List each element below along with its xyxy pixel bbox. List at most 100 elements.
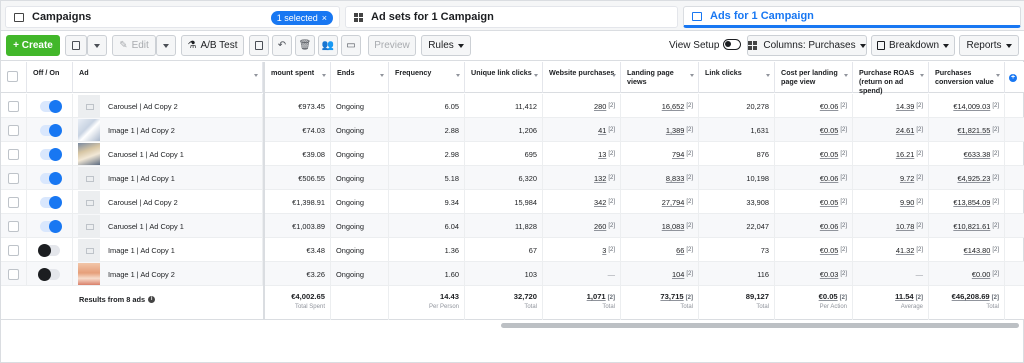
col-purchase-roas[interactable]: Purchase ROAS (return on ad spend) xyxy=(853,62,929,95)
col-landing-page-views[interactable]: Landing page views xyxy=(621,62,699,93)
create-button[interactable]: + Create xyxy=(6,35,60,56)
col-purchases-value[interactable]: Purchases conversion value xyxy=(929,62,1005,93)
total-cplpv-value[interactable]: €0.05 xyxy=(819,292,838,301)
lpv-value[interactable]: 66 xyxy=(676,246,684,255)
wp-value[interactable]: 132 xyxy=(594,174,606,183)
col-ends[interactable]: Ends xyxy=(331,62,389,93)
col-website-purchases[interactable]: Website purchases xyxy=(543,62,621,93)
selected-count-pill[interactable]: 1 selected × xyxy=(270,11,333,25)
value-value[interactable]: €10,821.61 xyxy=(953,222,990,231)
ad-name[interactable]: Caruosel 1 | Ad Copy 1 xyxy=(108,222,184,231)
row-checkbox[interactable] xyxy=(8,244,19,256)
total-wp-value[interactable]: 1,071 xyxy=(587,292,606,301)
lpv-value[interactable]: 104 xyxy=(672,270,684,279)
total-value[interactable]: €46,208.69 xyxy=(952,292,990,301)
delete-button[interactable]: 🗑 xyxy=(295,35,315,56)
archive-button[interactable] xyxy=(249,35,269,56)
ad-name[interactable]: Carousel | Ad Copy 2 xyxy=(108,102,178,111)
table-row[interactable]: Carousel | Ad Copy 2 €973.45 Ongoing 6.05 11… xyxy=(1,94,1024,118)
undo-button[interactable]: ↶ xyxy=(272,35,292,56)
ad-name[interactable]: Carousel | Ad Copy 2 xyxy=(108,198,178,207)
col-unique-link-clicks[interactable]: Unique link clicks xyxy=(465,62,543,93)
cplpv-value[interactable]: €0.05 xyxy=(820,198,839,207)
info-icon[interactable]: i xyxy=(148,296,156,303)
duplicate-button[interactable] xyxy=(65,35,87,56)
ad-name[interactable]: Image 1 | Ad Copy 2 xyxy=(108,126,175,135)
table-row[interactable]: Carousel | Ad Copy 2 €1,398.91 Ongoing 9.34… xyxy=(1,190,1024,214)
roas-value[interactable]: 9.72 xyxy=(900,174,914,183)
select-all-checkbox[interactable] xyxy=(7,71,18,82)
columns-button[interactable]: Columns: Purchases xyxy=(747,35,867,56)
frozen-column-divider[interactable] xyxy=(263,62,265,320)
wp-value[interactable]: 3 xyxy=(602,246,606,255)
lpv-value[interactable]: 16,652 xyxy=(662,102,685,111)
roas-value[interactable]: 10.78 xyxy=(896,222,915,231)
tab-campaigns[interactable]: Campaigns 1 selected × xyxy=(5,6,340,28)
table-row[interactable]: Image 1 | Ad Copy 1 €506.55 Ongoing 5.18 6,3… xyxy=(1,166,1024,190)
value-value[interactable]: €143.80 xyxy=(964,246,991,255)
ad-status-toggle[interactable] xyxy=(39,195,62,209)
total-lpv-value[interactable]: 73,715 xyxy=(660,292,683,301)
ad-status-toggle[interactable] xyxy=(37,267,60,281)
ad-status-toggle[interactable] xyxy=(37,243,60,257)
table-row[interactable]: Image 1 | Ad Copy 2 €74.03 Ongoing 2.88 1,20… xyxy=(1,118,1024,142)
col-ad[interactable]: Ad xyxy=(73,62,263,93)
rules-button[interactable]: Rules xyxy=(421,35,471,56)
ab-test-button[interactable]: ⚗ A/B Test xyxy=(181,35,244,56)
ad-name-cell[interactable]: Caruosel 1 | Ad Copy 1 xyxy=(73,142,263,166)
add-column-icon[interactable]: + xyxy=(1009,74,1017,82)
value-value[interactable]: €0.00 xyxy=(972,270,991,279)
roas-value[interactable]: 24.61 xyxy=(896,126,915,135)
lpv-value[interactable]: 27,794 xyxy=(662,198,685,207)
row-checkbox[interactable] xyxy=(8,268,19,280)
row-checkbox[interactable] xyxy=(8,100,19,112)
tab-ad-sets[interactable]: Ad sets for 1 Campaign xyxy=(345,6,678,28)
table-row[interactable]: Caruosel 1 | Ad Copy 1 €1,003.89 Ongoing 6.… xyxy=(1,214,1024,238)
cplpv-value[interactable]: €0.06 xyxy=(820,222,839,231)
col-frequency[interactable]: Frequency xyxy=(389,62,465,93)
ad-status-toggle[interactable] xyxy=(39,147,62,161)
wp-value[interactable]: 13 xyxy=(598,150,606,159)
col-off-on[interactable]: Off / On xyxy=(27,62,73,93)
value-value[interactable]: €633.38 xyxy=(964,150,991,159)
duplicate-dropdown-button[interactable] xyxy=(87,35,107,56)
lpv-value[interactable]: 794 xyxy=(672,150,684,159)
value-value[interactable]: €1,821.55 xyxy=(957,126,990,135)
ad-name[interactable]: Image 1 | Ad Copy 1 xyxy=(108,174,175,183)
table-row[interactable]: Caruosel 1 | Ad Copy 1 €39.08 Ongoing 2.98 6… xyxy=(1,142,1024,166)
row-checkbox[interactable] xyxy=(8,124,19,136)
clear-selection-icon[interactable]: × xyxy=(322,13,327,23)
breakdown-button[interactable]: Breakdown xyxy=(871,35,955,56)
lpv-value[interactable]: 18,083 xyxy=(662,222,685,231)
roas-value[interactable]: 9.90 xyxy=(900,198,914,207)
value-value[interactable]: €4,925.23 xyxy=(957,174,990,183)
cplpv-value[interactable]: €0.05 xyxy=(820,246,839,255)
cplpv-value[interactable]: €0.05 xyxy=(820,150,839,159)
ad-name-cell[interactable]: Caruosel 1 | Ad Copy 1 xyxy=(73,214,263,238)
reports-button[interactable]: Reports xyxy=(959,35,1019,56)
col-link-clicks[interactable]: Link clicks xyxy=(699,62,775,93)
ad-name-cell[interactable]: Carousel | Ad Copy 2 xyxy=(73,190,263,214)
ad-status-toggle[interactable] xyxy=(39,123,62,137)
value-value[interactable]: €14,009.03 xyxy=(953,102,990,111)
ad-status-toggle[interactable] xyxy=(39,171,62,185)
tab-ads[interactable]: Ads for 1 Campaign xyxy=(683,6,1021,28)
row-checkbox[interactable] xyxy=(8,148,19,160)
total-roas-value[interactable]: 11.54 xyxy=(895,292,914,301)
col-cost-per-lpv[interactable]: Cost per landing page view xyxy=(775,62,853,93)
value-value[interactable]: €13,854.09 xyxy=(953,198,990,207)
ad-name-cell[interactable]: Image 1 | Ad Copy 2 xyxy=(73,262,263,286)
ad-name-cell[interactable]: Image 1 | Ad Copy 1 xyxy=(73,166,263,190)
comment-button[interactable]: ▭ xyxy=(341,35,361,56)
roas-value[interactable]: 41.32 xyxy=(896,246,915,255)
edit-button[interactable]: ✎ Edit xyxy=(112,35,156,56)
cplpv-value[interactable]: €0.06 xyxy=(820,102,839,111)
lpv-value[interactable]: 8,833 xyxy=(666,174,685,183)
roas-value[interactable]: 14.39 xyxy=(896,102,915,111)
cplpv-value[interactable]: €0.03 xyxy=(820,270,839,279)
ad-name[interactable]: Image 1 | Ad Copy 1 xyxy=(108,246,175,255)
cplpv-value[interactable]: €0.05 xyxy=(820,126,839,135)
table-row[interactable]: Image 1 | Ad Copy 2 €3.26 Ongoing 1.60 103 — 1… xyxy=(1,262,1024,286)
row-checkbox[interactable] xyxy=(8,220,19,232)
ad-status-toggle[interactable] xyxy=(39,99,62,113)
